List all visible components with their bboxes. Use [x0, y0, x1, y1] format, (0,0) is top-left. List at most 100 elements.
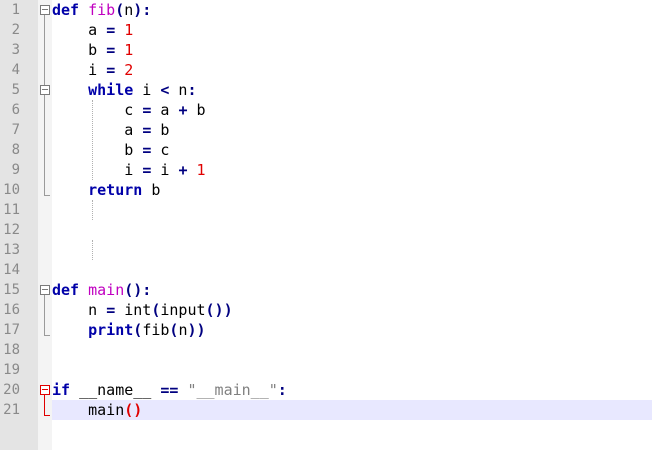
code-line[interactable]: while i < n:	[52, 80, 652, 100]
code-line[interactable]: i = 2	[52, 60, 652, 80]
code-token: n	[169, 81, 188, 99]
code-line-text: print(fib(n))	[52, 320, 206, 340]
code-token: fib	[88, 1, 116, 19]
code-token: ())	[205, 301, 233, 319]
code-token: "__main__"	[187, 381, 278, 399]
line-number: 1	[11, 2, 20, 18]
code-token: 2	[124, 61, 134, 79]
line-number: 5	[11, 82, 20, 98]
code-line-text: def main():	[52, 280, 151, 300]
fold-end-marker	[44, 415, 50, 416]
code-line-text: while i < n:	[52, 80, 196, 100]
code-token: =	[106, 41, 116, 59]
line-number: 19	[3, 362, 20, 378]
code-token: input	[160, 301, 206, 319]
code-token: ))	[187, 321, 206, 339]
code-line[interactable]: b = 1	[52, 40, 652, 60]
code-line-text: i = i + 1	[52, 160, 206, 180]
line-number: 16	[3, 302, 20, 318]
line-number: 18	[3, 342, 20, 358]
code-line-text: a = b	[52, 120, 169, 140]
code-token: b	[187, 101, 206, 119]
code-token: fib	[142, 321, 170, 339]
code-line-text: b = c	[52, 140, 169, 160]
code-line[interactable]: def main():	[52, 280, 652, 300]
code-token: 1	[196, 161, 206, 179]
code-line[interactable]: print(fib(n))	[52, 320, 652, 340]
code-token: ():	[124, 281, 152, 299]
code-token: i	[52, 161, 143, 179]
code-line[interactable]: a = 1	[52, 20, 652, 40]
line-number: 14	[3, 262, 20, 278]
line-number: 2	[11, 22, 20, 38]
code-token: if	[52, 381, 71, 399]
line-number: 12	[3, 222, 20, 238]
code-token: c	[151, 141, 170, 159]
code-line-text: if __name__ == "__main__":	[52, 380, 287, 400]
fold-toggle-icon[interactable]	[40, 285, 50, 295]
code-token: def	[52, 281, 80, 299]
fold-toggle-icon[interactable]	[40, 385, 50, 395]
code-token: ()	[124, 401, 143, 419]
code-line[interactable]	[52, 360, 652, 380]
code-line[interactable]	[52, 200, 652, 220]
code-line[interactable]	[52, 340, 652, 360]
line-number: 10	[3, 182, 20, 198]
line-number: 20	[3, 382, 20, 398]
code-token: i	[133, 81, 161, 99]
fold-guide-line	[44, 295, 45, 336]
code-token: a	[151, 101, 179, 119]
indent-guide	[92, 100, 93, 180]
code-line-text: main()	[52, 400, 142, 420]
code-editor[interactable]: 1 2 3 4 5 6 7 8 9 10 11 12 13 14 15 16 17 18 19 20 21 def fi…	[0, 0, 652, 450]
code-token: int	[115, 301, 152, 319]
code-token: b	[52, 141, 143, 159]
code-token: ):	[133, 1, 152, 19]
fold-toggle-icon[interactable]	[40, 5, 50, 15]
fold-margin[interactable]	[38, 0, 52, 450]
code-token: :	[277, 381, 287, 399]
line-number: 15	[3, 282, 20, 298]
code-line[interactable]: def fib(n):	[52, 0, 652, 20]
code-token: main	[88, 281, 125, 299]
code-token: b	[52, 41, 107, 59]
code-area[interactable]: def fib(n): a = 1 b = 1 i = 2 while i < …	[52, 0, 652, 450]
fold-guide-line	[44, 95, 45, 196]
code-line[interactable]: b = c	[52, 140, 652, 160]
code-line-text: i = 2	[52, 60, 133, 80]
code-line[interactable]: c = a + b	[52, 100, 652, 120]
code-line[interactable]: if __name__ == "__main__":	[52, 380, 652, 400]
code-line[interactable]: n = int(input())	[52, 300, 652, 320]
fold-toggle-icon[interactable]	[40, 85, 50, 95]
code-token: print	[88, 321, 134, 339]
line-number: 6	[11, 102, 20, 118]
code-token: main	[52, 401, 125, 419]
code-token: i	[151, 161, 179, 179]
code-token: n	[52, 301, 107, 319]
code-line[interactable]: i = i + 1	[52, 160, 652, 180]
code-token: __name__	[70, 381, 161, 399]
indent-guide	[92, 200, 93, 220]
line-number: 17	[3, 322, 20, 338]
fold-guide-line	[44, 395, 45, 416]
line-number: 7	[11, 122, 20, 138]
line-number: 21	[3, 402, 20, 418]
code-line[interactable]: return b	[52, 180, 652, 200]
code-line[interactable]	[52, 240, 652, 260]
line-number: 13	[3, 242, 20, 258]
code-token: 1	[124, 21, 134, 39]
code-token: (	[115, 1, 125, 19]
line-number: 9	[11, 162, 20, 178]
code-token: =	[142, 121, 152, 139]
code-line[interactable]	[52, 260, 652, 280]
line-number: 4	[11, 62, 20, 78]
indent-guide	[92, 240, 93, 260]
code-line-text: a = 1	[52, 20, 133, 40]
code-line[interactable]	[52, 220, 652, 240]
current-code-line[interactable]: main()	[52, 400, 652, 420]
fold-guide-line	[44, 15, 45, 85]
code-line[interactable]: a = b	[52, 120, 652, 140]
